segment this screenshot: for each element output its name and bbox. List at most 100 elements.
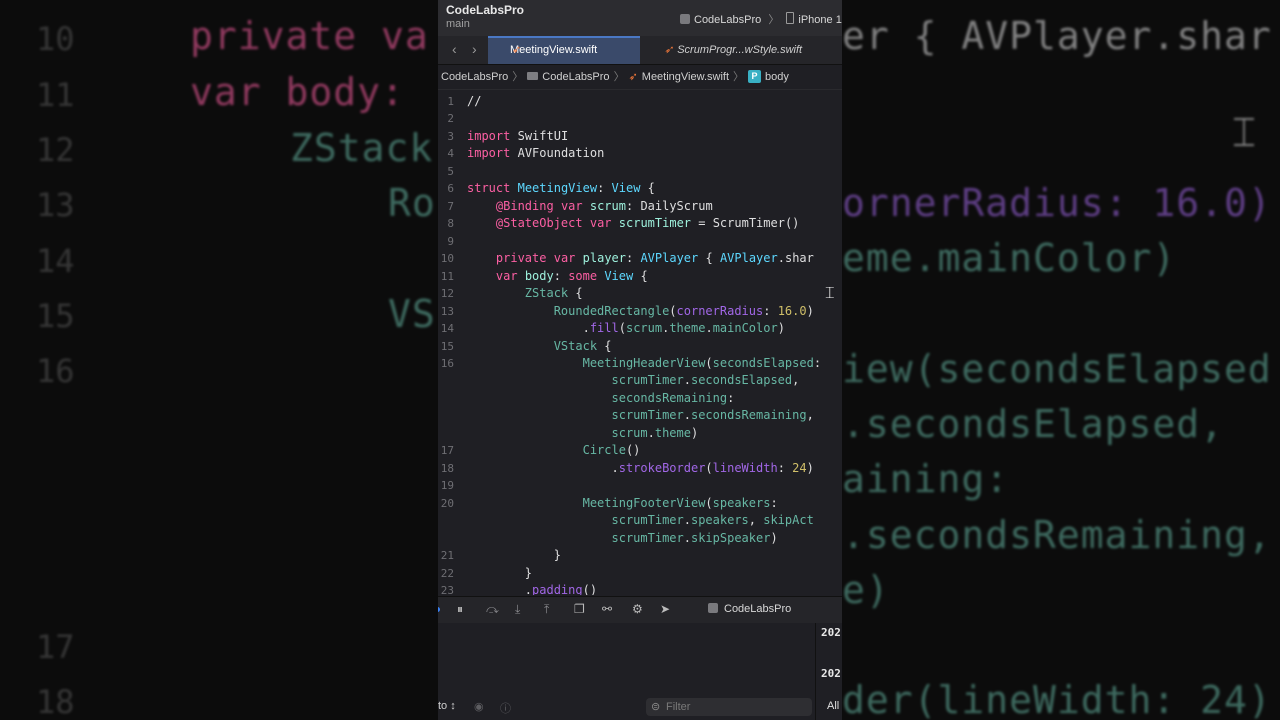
swift-file-icon: ➶ [512,44,522,56]
tab-bar: ‹ › ➶ MeetingView.swift ➶ ScrumProgr...wSt… [438,36,842,65]
bg-code-line: er { AVPlayer.shar [842,14,1272,58]
console-log-line: 202 [821,626,841,639]
bg-code-line: ZStack [290,126,434,170]
code-line[interactable]: @Binding var scrum: DailyScrum [467,199,713,213]
code-line[interactable]: scrumTimer.skipSpeaker) [467,531,778,545]
eye-icon[interactable]: ◉ [474,700,484,713]
scheme-selector[interactable]: CodeLabsPro 〉 iPhone 1 [680,11,842,27]
breadcrumb-item[interactable]: CodeLabsPro [441,65,508,89]
console-filter-bar: to ↕ ◉ ⓘ ⊜ Filter All [438,695,842,720]
line-number: 5 [447,165,454,178]
code-line[interactable]: scrum.theme) [467,426,699,440]
tab-label: MeetingView.swift [510,44,598,56]
code-line[interactable]: scrumTimer.secondsElapsed, [467,373,800,387]
code-line[interactable]: MeetingFooterView(speakers: [467,496,778,510]
code-line[interactable]: @StateObject var scrumTimer = ScrumTimer… [467,216,800,230]
line-number: 11 [440,270,454,283]
step-into-icon[interactable]: ⤓ [515,602,520,617]
line-number: 17 [440,444,454,457]
bg-code-line: Ro [388,181,436,225]
breadcrumb-item[interactable]: MeetingView.swift [642,65,729,89]
code-line[interactable]: .fill(scrum.theme.mainColor) [467,321,785,335]
code-line[interactable]: scrumTimer.speakers, skipAct [467,513,814,527]
back-icon[interactable]: ‹ [452,41,457,57]
tab-meetingview[interactable]: ➶ MeetingView.swift [488,36,640,64]
line-number: 4 [447,147,454,160]
property-icon: P [748,70,762,83]
bg-code-line: ornerRadius: 16.0) [842,181,1272,225]
tab-scrumprogress[interactable]: ➶ ScrumProgr...wStyle.swift [664,36,802,64]
all-output-button[interactable]: All [827,700,839,712]
step-over-icon[interactable]: ⤼ [486,602,499,617]
auto-selector[interactable]: to ↕ [438,700,456,712]
code-line[interactable]: struct MeetingView: View { [467,181,655,195]
code-line[interactable]: } [467,566,532,580]
bg-code-line: private va [190,14,429,58]
bg-code-line: aining: [842,457,1010,501]
scheme-device: iPhone 1 [798,14,842,26]
bg-line-number: 10 [36,20,75,58]
bg-line-number: 11 [36,76,75,114]
debug-target[interactable]: CodeLabsPro [708,603,791,615]
bg-line-number: 13 [36,186,75,224]
bg-code-line: var body: [190,70,429,114]
bg-line-number: 14 [36,242,75,280]
code-line[interactable]: private var player: AVPlayer { AVPlayer.… [467,251,814,265]
variables-pane[interactable] [438,623,814,695]
forward-icon[interactable]: › [472,41,477,57]
line-number: 15 [440,340,454,353]
code-line[interactable]: scrumTimer.secondsRemaining, [467,408,814,422]
code-line[interactable]: } [467,548,561,562]
view-hierarchy-icon[interactable]: ❐ [574,602,585,616]
code-editor[interactable]: 1 // 2 3 import SwiftUI 4 import AVFound… [438,90,842,595]
bg-line-number: 18 [36,683,75,720]
bg-code-line: .secondsRemaining, [842,513,1272,557]
code-line[interactable]: var body: some View { [467,269,648,283]
code-line[interactable]: ZStack { [467,286,583,300]
memory-graph-icon[interactable]: ⚯ [602,602,612,616]
debug-bar: ⏸ ⤼ ⤓ ⤒ ❐ ⚯ ⚙ ➤ CodeLabsPro [438,596,842,624]
code-line[interactable]: RoundedRectangle(cornerRadius: 16.0) [467,304,814,318]
breadcrumb-item[interactable]: body [765,65,789,89]
line-number: 20 [440,497,454,510]
info-icon[interactable]: ⓘ [500,700,511,716]
text-cursor-icon: ⌶ [825,283,835,302]
bg-code-line: .secondsElapsed, [842,402,1225,446]
line-number: 19 [440,479,454,492]
code-line[interactable]: // [467,94,481,108]
titlebar: CodeLabsPro main CodeLabsPro 〉 iPhone 1 [438,0,842,36]
scheme-project: CodeLabsPro [694,14,762,26]
line-number: 23 [440,584,454,595]
code-line[interactable]: .strokeBorder(lineWidth: 24) [467,461,813,475]
project-title[interactable]: CodeLabsPro [446,3,524,17]
code-line[interactable]: import SwiftUI [467,129,568,143]
background-right-zoom: er { AVPlayer.shar ornerRadius: 16.0) em… [842,0,1280,720]
bg-code-line: e) [842,568,890,612]
code-line[interactable]: VStack { [467,339,612,353]
environment-icon[interactable]: ⚙ [632,602,643,616]
line-number: 14 [440,322,454,335]
pause-icon[interactable]: ⏸ [457,602,463,617]
code-line[interactable]: Circle() [467,443,641,457]
code-line[interactable]: import AVFoundation [467,146,604,160]
code-line[interactable]: MeetingHeaderView(secondsElapsed: [467,356,821,370]
chevron-right-icon: 〉 [613,71,625,83]
line-number: 2 [447,112,454,125]
step-out-icon[interactable]: ⤒ [544,602,549,617]
location-icon[interactable]: ➤ [660,602,670,616]
bg-line-number: 17 [36,628,75,666]
bg-line-number: 12 [36,131,75,169]
code-line[interactable]: secondsRemaining: [467,391,735,405]
breadcrumb-item[interactable]: CodeLabsPro [542,65,609,89]
line-number: 12 [440,287,454,300]
line-number: 3 [447,130,454,143]
line-number: 9 [447,235,454,248]
code-line[interactable]: .padding() [467,583,597,595]
line-number: 13 [440,305,454,318]
app-icon [680,14,690,24]
filter-input[interactable]: ⊜ Filter [646,698,812,716]
console-log-line: 202 [821,667,841,680]
bg-line-number: 16 [36,352,75,390]
line-number: 10 [440,252,454,265]
text-cursor-icon: ⌶ [1232,110,1256,156]
